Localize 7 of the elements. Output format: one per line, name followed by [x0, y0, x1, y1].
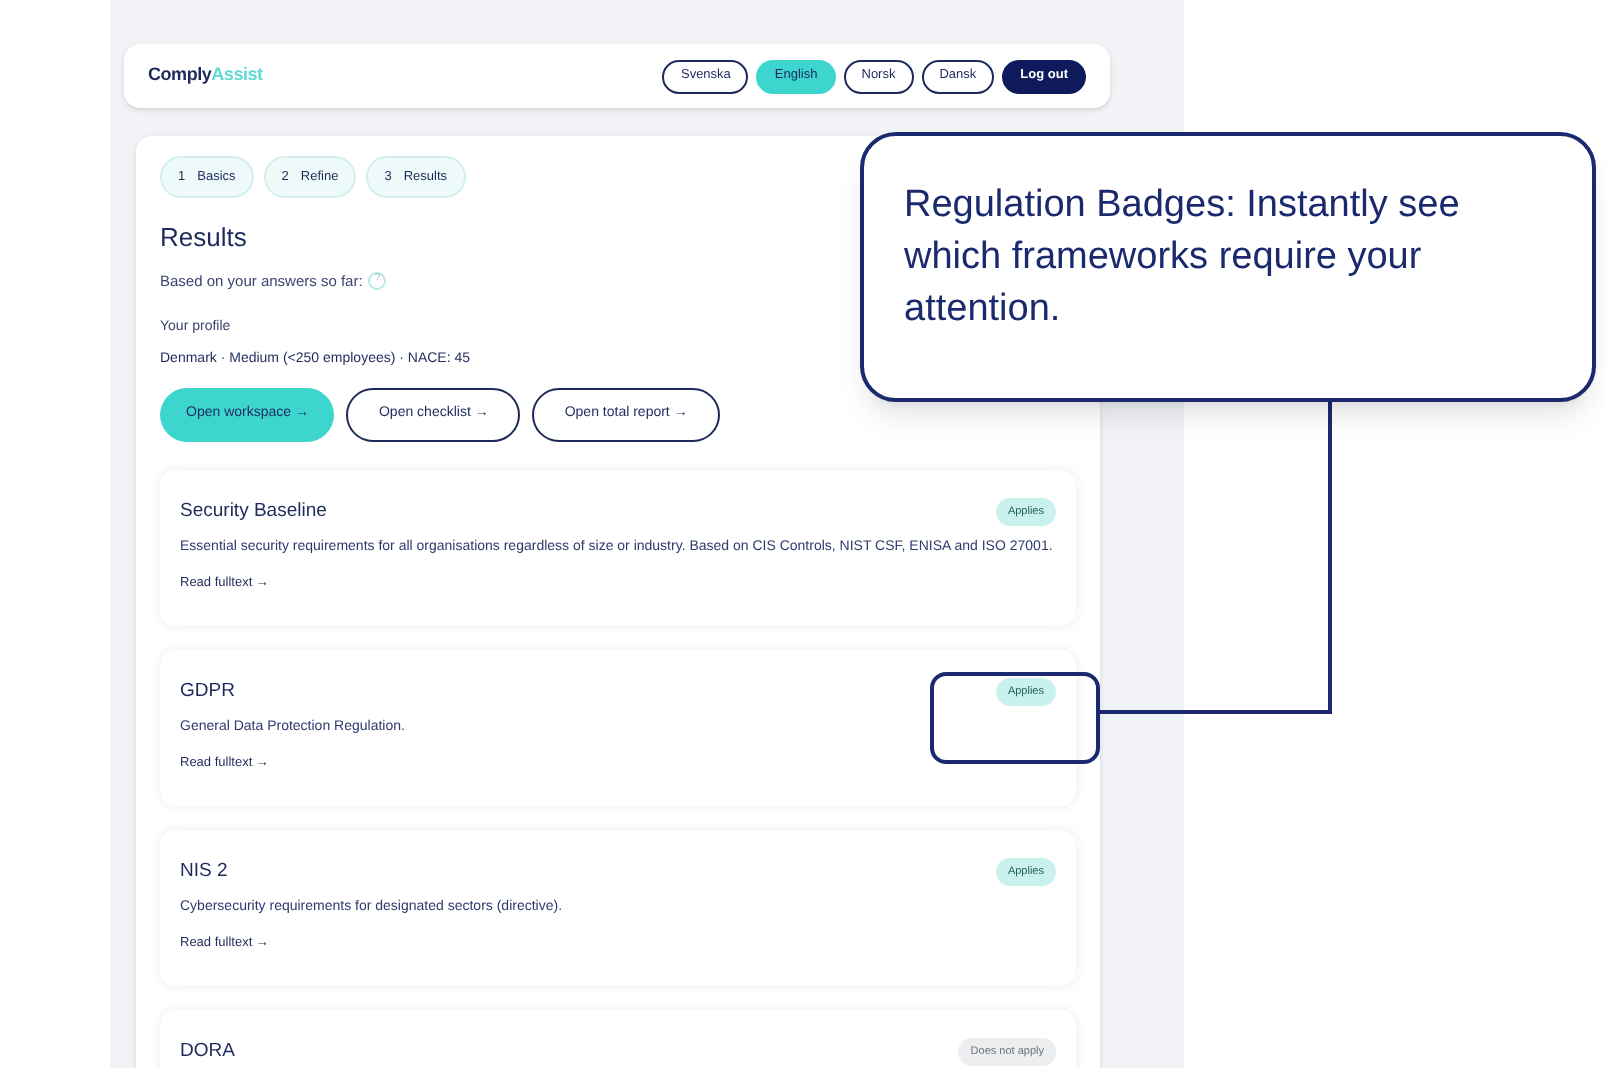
- regulation-title: DORA: [180, 1037, 235, 1066]
- regulation-title: NIS 2: [180, 857, 228, 886]
- regulation-title: Security Baseline: [180, 497, 327, 526]
- results-heading: Results: [160, 220, 247, 256]
- callout-box: Regulation Badges: Instantly see which frameworks require your attention.: [860, 132, 1596, 402]
- brand-logo: ComplyAssist: [148, 62, 263, 89]
- regulation-title: GDPR: [180, 677, 235, 706]
